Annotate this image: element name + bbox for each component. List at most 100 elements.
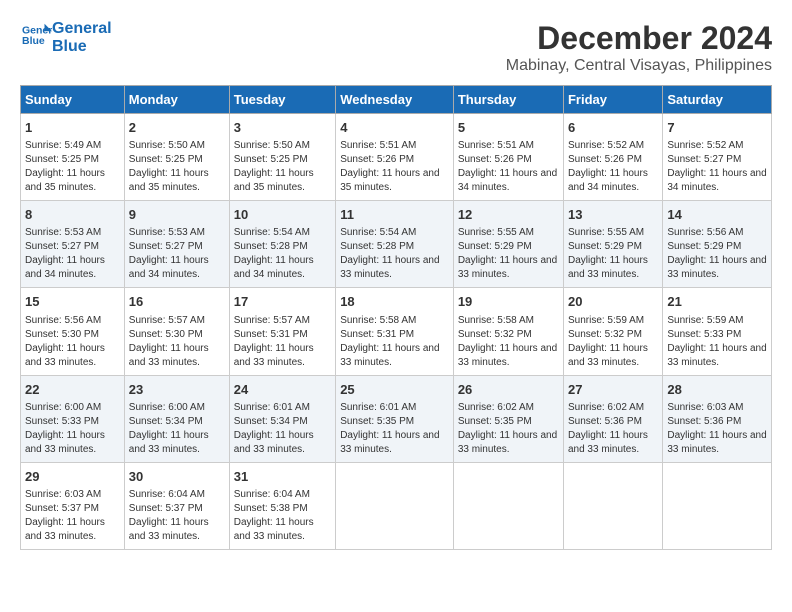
day-info: Sunrise: 6:00 AM Sunset: 5:33 PM Dayligh… [25, 401, 120, 457]
calendar-cell [663, 462, 772, 549]
calendar-cell: 31 Sunrise: 6:04 AM Sunset: 5:38 PM Dayl… [229, 462, 335, 549]
title-area: December 2024 Mabinay, Central Visayas, … [506, 20, 772, 75]
day-info: Sunrise: 6:01 AM Sunset: 5:34 PM Dayligh… [234, 401, 331, 457]
calendar-cell: 15 Sunrise: 5:56 AM Sunset: 5:30 PM Dayl… [21, 288, 125, 375]
day-number: 20 [568, 293, 658, 311]
day-number: 6 [568, 119, 658, 137]
day-number: 25 [340, 381, 449, 399]
calendar-cell [336, 462, 454, 549]
calendar-cell: 25 Sunrise: 6:01 AM Sunset: 5:35 PM Dayl… [336, 375, 454, 462]
calendar-cell: 12 Sunrise: 5:55 AM Sunset: 5:29 PM Dayl… [453, 201, 563, 288]
day-info: Sunrise: 6:04 AM Sunset: 5:38 PM Dayligh… [234, 488, 331, 544]
calendar-cell: 30 Sunrise: 6:04 AM Sunset: 5:37 PM Dayl… [124, 462, 229, 549]
day-info: Sunrise: 5:54 AM Sunset: 5:28 PM Dayligh… [234, 226, 331, 282]
day-number: 4 [340, 119, 449, 137]
day-info: Sunrise: 5:58 AM Sunset: 5:32 PM Dayligh… [458, 314, 559, 370]
day-info: Sunrise: 6:02 AM Sunset: 5:36 PM Dayligh… [568, 401, 658, 457]
calendar-week-5: 29 Sunrise: 6:03 AM Sunset: 5:37 PM Dayl… [21, 462, 772, 549]
main-title: December 2024 [506, 20, 772, 57]
day-number: 24 [234, 381, 331, 399]
day-number: 31 [234, 468, 331, 486]
day-info: Sunrise: 5:53 AM Sunset: 5:27 PM Dayligh… [129, 226, 225, 282]
logo-icon: General Blue [22, 20, 52, 50]
day-info: Sunrise: 5:57 AM Sunset: 5:31 PM Dayligh… [234, 314, 331, 370]
logo-line2: Blue [52, 38, 112, 56]
day-number: 5 [458, 119, 559, 137]
day-header-monday: Monday [124, 86, 229, 114]
day-number: 1 [25, 119, 120, 137]
calendar-week-3: 15 Sunrise: 5:56 AM Sunset: 5:30 PM Dayl… [21, 288, 772, 375]
calendar-cell: 24 Sunrise: 6:01 AM Sunset: 5:34 PM Dayl… [229, 375, 335, 462]
day-info: Sunrise: 5:58 AM Sunset: 5:31 PM Dayligh… [340, 314, 449, 370]
day-number: 15 [25, 293, 120, 311]
day-header-thursday: Thursday [453, 86, 563, 114]
calendar-cell: 7 Sunrise: 5:52 AM Sunset: 5:27 PM Dayli… [663, 114, 772, 201]
day-info: Sunrise: 5:50 AM Sunset: 5:25 PM Dayligh… [234, 139, 331, 195]
calendar-cell: 17 Sunrise: 5:57 AM Sunset: 5:31 PM Dayl… [229, 288, 335, 375]
svg-text:Blue: Blue [22, 35, 45, 47]
calendar-cell: 13 Sunrise: 5:55 AM Sunset: 5:29 PM Dayl… [563, 201, 662, 288]
day-number: 7 [667, 119, 767, 137]
calendar-cell: 9 Sunrise: 5:53 AM Sunset: 5:27 PM Dayli… [124, 201, 229, 288]
day-number: 9 [129, 206, 225, 224]
calendar-cell [563, 462, 662, 549]
calendar-cell: 18 Sunrise: 5:58 AM Sunset: 5:31 PM Dayl… [336, 288, 454, 375]
day-info: Sunrise: 6:03 AM Sunset: 5:36 PM Dayligh… [667, 401, 767, 457]
day-number: 21 [667, 293, 767, 311]
calendar-cell: 1 Sunrise: 5:49 AM Sunset: 5:25 PM Dayli… [21, 114, 125, 201]
day-number: 3 [234, 119, 331, 137]
day-number: 19 [458, 293, 559, 311]
day-header-saturday: Saturday [663, 86, 772, 114]
calendar-cell: 3 Sunrise: 5:50 AM Sunset: 5:25 PM Dayli… [229, 114, 335, 201]
calendar-cell: 8 Sunrise: 5:53 AM Sunset: 5:27 PM Dayli… [21, 201, 125, 288]
day-info: Sunrise: 5:52 AM Sunset: 5:26 PM Dayligh… [568, 139, 658, 195]
day-header-wednesday: Wednesday [336, 86, 454, 114]
day-info: Sunrise: 5:51 AM Sunset: 5:26 PM Dayligh… [458, 139, 559, 195]
day-number: 27 [568, 381, 658, 399]
day-number: 14 [667, 206, 767, 224]
subtitle: Mabinay, Central Visayas, Philippines [506, 57, 772, 75]
day-info: Sunrise: 5:57 AM Sunset: 5:30 PM Dayligh… [129, 314, 225, 370]
day-number: 26 [458, 381, 559, 399]
day-info: Sunrise: 5:49 AM Sunset: 5:25 PM Dayligh… [25, 139, 120, 195]
calendar-cell: 4 Sunrise: 5:51 AM Sunset: 5:26 PM Dayli… [336, 114, 454, 201]
day-info: Sunrise: 6:04 AM Sunset: 5:37 PM Dayligh… [129, 488, 225, 544]
calendar-week-4: 22 Sunrise: 6:00 AM Sunset: 5:33 PM Dayl… [21, 375, 772, 462]
calendar-cell: 2 Sunrise: 5:50 AM Sunset: 5:25 PM Dayli… [124, 114, 229, 201]
day-info: Sunrise: 5:56 AM Sunset: 5:30 PM Dayligh… [25, 314, 120, 370]
day-number: 17 [234, 293, 331, 311]
day-info: Sunrise: 5:55 AM Sunset: 5:29 PM Dayligh… [568, 226, 658, 282]
day-info: Sunrise: 6:03 AM Sunset: 5:37 PM Dayligh… [25, 488, 120, 544]
day-number: 18 [340, 293, 449, 311]
calendar-week-1: 1 Sunrise: 5:49 AM Sunset: 5:25 PM Dayli… [21, 114, 772, 201]
day-info: Sunrise: 5:50 AM Sunset: 5:25 PM Dayligh… [129, 139, 225, 195]
day-number: 29 [25, 468, 120, 486]
calendar-cell: 27 Sunrise: 6:02 AM Sunset: 5:36 PM Dayl… [563, 375, 662, 462]
calendar-cell: 5 Sunrise: 5:51 AM Sunset: 5:26 PM Dayli… [453, 114, 563, 201]
logo-line1: General [52, 20, 112, 38]
calendar-cell: 21 Sunrise: 5:59 AM Sunset: 5:33 PM Dayl… [663, 288, 772, 375]
calendar-cell: 23 Sunrise: 6:00 AM Sunset: 5:34 PM Dayl… [124, 375, 229, 462]
calendar-cell: 28 Sunrise: 6:03 AM Sunset: 5:36 PM Dayl… [663, 375, 772, 462]
day-info: Sunrise: 5:59 AM Sunset: 5:33 PM Dayligh… [667, 314, 767, 370]
day-info: Sunrise: 5:55 AM Sunset: 5:29 PM Dayligh… [458, 226, 559, 282]
day-info: Sunrise: 5:56 AM Sunset: 5:29 PM Dayligh… [667, 226, 767, 282]
logo: General Blue General Blue [20, 20, 112, 55]
calendar-cell: 11 Sunrise: 5:54 AM Sunset: 5:28 PM Dayl… [336, 201, 454, 288]
calendar-cell: 16 Sunrise: 5:57 AM Sunset: 5:30 PM Dayl… [124, 288, 229, 375]
day-info: Sunrise: 6:01 AM Sunset: 5:35 PM Dayligh… [340, 401, 449, 457]
calendar-cell: 22 Sunrise: 6:00 AM Sunset: 5:33 PM Dayl… [21, 375, 125, 462]
day-header-sunday: Sunday [21, 86, 125, 114]
header: General Blue General Blue December 2024 … [20, 20, 772, 75]
calendar-cell: 20 Sunrise: 5:59 AM Sunset: 5:32 PM Dayl… [563, 288, 662, 375]
day-info: Sunrise: 6:00 AM Sunset: 5:34 PM Dayligh… [129, 401, 225, 457]
calendar-week-2: 8 Sunrise: 5:53 AM Sunset: 5:27 PM Dayli… [21, 201, 772, 288]
day-number: 10 [234, 206, 331, 224]
day-info: Sunrise: 5:52 AM Sunset: 5:27 PM Dayligh… [667, 139, 767, 195]
day-header-friday: Friday [563, 86, 662, 114]
day-number: 22 [25, 381, 120, 399]
day-number: 28 [667, 381, 767, 399]
day-number: 30 [129, 468, 225, 486]
day-header-tuesday: Tuesday [229, 86, 335, 114]
calendar-cell: 6 Sunrise: 5:52 AM Sunset: 5:26 PM Dayli… [563, 114, 662, 201]
